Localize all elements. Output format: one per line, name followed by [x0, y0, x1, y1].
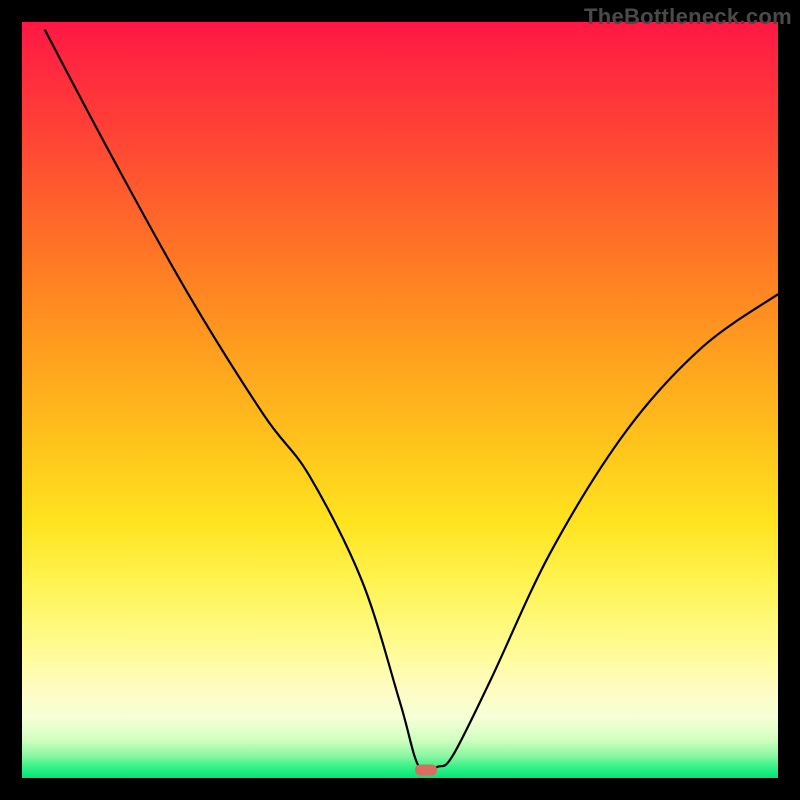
watermark-text: TheBottleneck.com: [584, 4, 792, 30]
optimum-marker: [415, 765, 437, 776]
plot-area: [22, 22, 778, 778]
chart-stage: TheBottleneck.com: [0, 0, 800, 800]
series-curve: [22, 22, 778, 778]
curve-path: [45, 30, 778, 772]
